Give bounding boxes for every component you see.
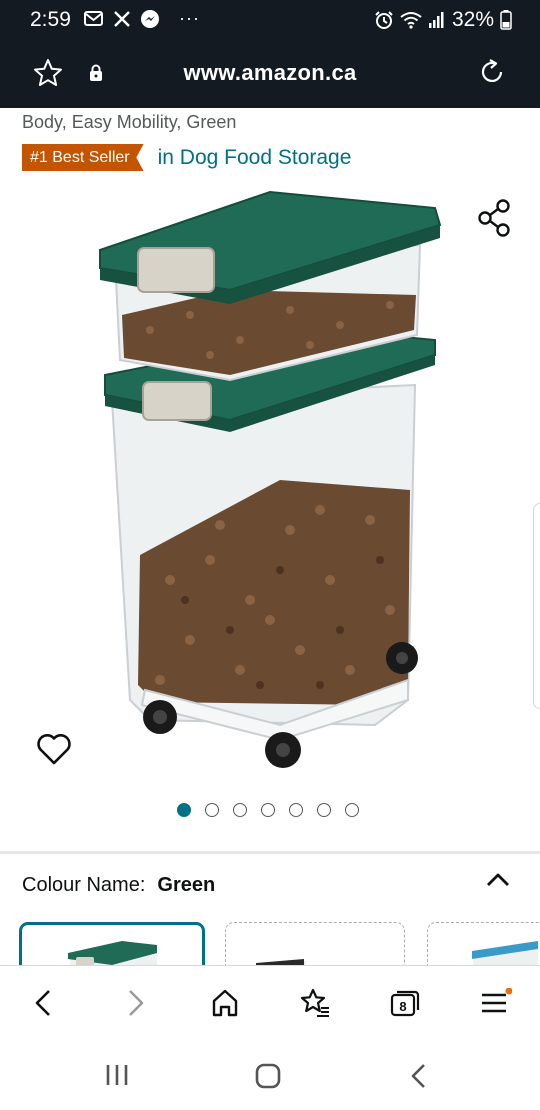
home-button[interactable]	[208, 986, 242, 1020]
back-button[interactable]	[26, 986, 60, 1020]
pagination-dot[interactable]	[261, 803, 275, 817]
signal-icon	[428, 12, 444, 28]
bookmarks-button[interactable]	[298, 986, 332, 1020]
home-icon	[212, 989, 238, 1017]
section-divider	[0, 851, 540, 854]
home-nav-icon[interactable]	[254, 1062, 282, 1090]
image-pagination[interactable]	[177, 803, 359, 817]
menu-button[interactable]	[478, 986, 512, 1020]
alarm-icon	[375, 11, 393, 29]
more-icon: ···	[179, 8, 200, 28]
pagination-dot[interactable]	[317, 803, 331, 817]
reload-icon[interactable]	[477, 57, 507, 87]
back-nav-icon[interactable]	[408, 1062, 430, 1090]
best-seller-category-link[interactable]: in Dog Food Storage	[158, 146, 352, 170]
bookmark-star-list-icon	[300, 988, 329, 1017]
battery-icon	[500, 10, 512, 30]
wifi-icon	[400, 12, 422, 29]
pagination-dot[interactable]	[289, 803, 303, 817]
share-icon[interactable]	[476, 198, 512, 238]
pagination-dot[interactable]	[205, 803, 219, 817]
colour-value: Green	[157, 874, 216, 896]
mail-icon	[84, 10, 103, 26]
system-status: 32%	[374, 8, 512, 32]
browser-bottom-bar: 8	[0, 965, 540, 1041]
product-image[interactable]	[90, 180, 450, 780]
colour-label: Colour Name:	[22, 874, 146, 896]
chevron-left-icon	[35, 990, 50, 1016]
product-title[interactable]: Body, Easy Mobility, Green	[22, 112, 236, 133]
notification-icons: ···	[84, 8, 200, 29]
best-seller-row[interactable]: #1 Best Seller in Dog Food Storage	[22, 144, 351, 171]
browser-toolbar: www.amazon.ca	[0, 40, 540, 108]
status-bar: 2:59 ··· 32%	[0, 0, 540, 40]
pagination-dot[interactable]	[177, 803, 191, 817]
x-icon	[114, 10, 130, 27]
pagination-dot[interactable]	[233, 803, 247, 817]
messenger-icon	[141, 9, 159, 28]
side-panel-handle[interactable]	[533, 503, 540, 709]
url-field[interactable]: www.amazon.ca	[0, 60, 540, 86]
battery-percent: 32%	[451, 8, 494, 31]
recent-apps-icon[interactable]	[104, 1062, 130, 1088]
tabs-count: 8	[399, 998, 407, 1014]
colour-selector-header[interactable]: Colour Name: Green	[22, 874, 215, 897]
forward-button[interactable]	[119, 986, 153, 1020]
chevron-up-icon[interactable]	[485, 870, 511, 890]
status-time: 2:59	[30, 8, 71, 31]
hamburger-menu-icon	[482, 988, 512, 1013]
best-seller-badge[interactable]: #1 Best Seller	[22, 144, 144, 171]
wishlist-heart-icon[interactable]	[36, 732, 72, 766]
chevron-right-icon	[129, 990, 144, 1016]
pagination-dot[interactable]	[345, 803, 359, 817]
tabs-button[interactable]: 8	[388, 986, 422, 1020]
android-navigation-bar	[0, 1041, 540, 1110]
